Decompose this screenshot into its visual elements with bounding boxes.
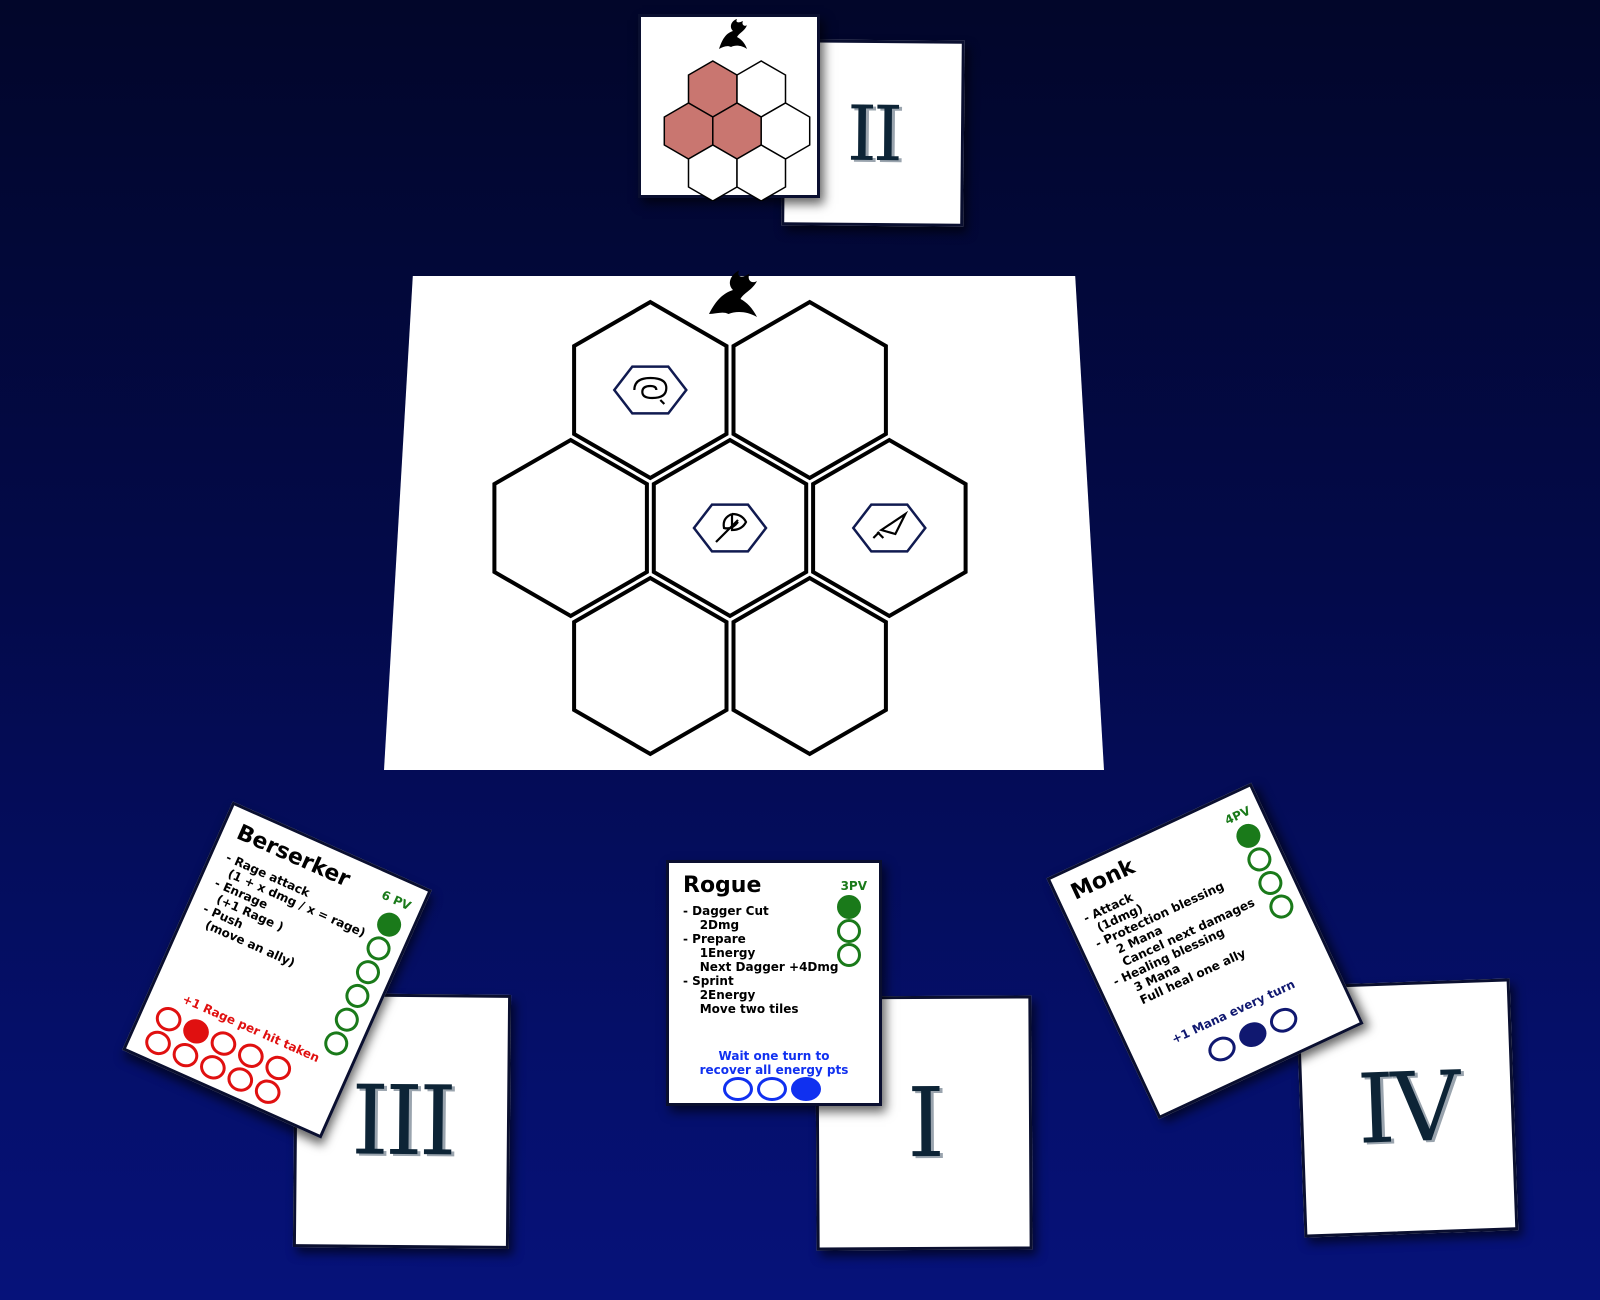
board-tile[interactable] bbox=[492, 437, 649, 619]
board-tile[interactable] bbox=[731, 299, 888, 481]
rogue-card[interactable]: Rogue - Dagger Cut 2Dmg - Prepare 1Energ… bbox=[666, 860, 882, 1106]
pv-token[interactable] bbox=[837, 895, 861, 919]
resource-label: Wait one turn to recover all energy pts bbox=[699, 1049, 849, 1077]
mana-token[interactable] bbox=[1265, 1003, 1302, 1038]
mana-token[interactable] bbox=[1204, 1032, 1240, 1066]
player-numeral: IV bbox=[1355, 1050, 1459, 1166]
energy-token[interactable] bbox=[757, 1077, 787, 1101]
pv-token[interactable] bbox=[837, 943, 861, 967]
player-numeral: III bbox=[350, 1064, 454, 1178]
pv-token[interactable] bbox=[837, 919, 861, 943]
board-tile[interactable] bbox=[572, 575, 729, 757]
energy-token[interactable] bbox=[791, 1077, 821, 1101]
energy-token[interactable] bbox=[723, 1077, 753, 1101]
board-tile[interactable] bbox=[731, 575, 888, 757]
player-numeral: I bbox=[906, 1066, 942, 1180]
mana-token[interactable] bbox=[1235, 1017, 1271, 1052]
pv-label: 3PV bbox=[840, 879, 867, 893]
hex-grid bbox=[492, 299, 968, 757]
character-name: Rogue bbox=[683, 873, 762, 898]
